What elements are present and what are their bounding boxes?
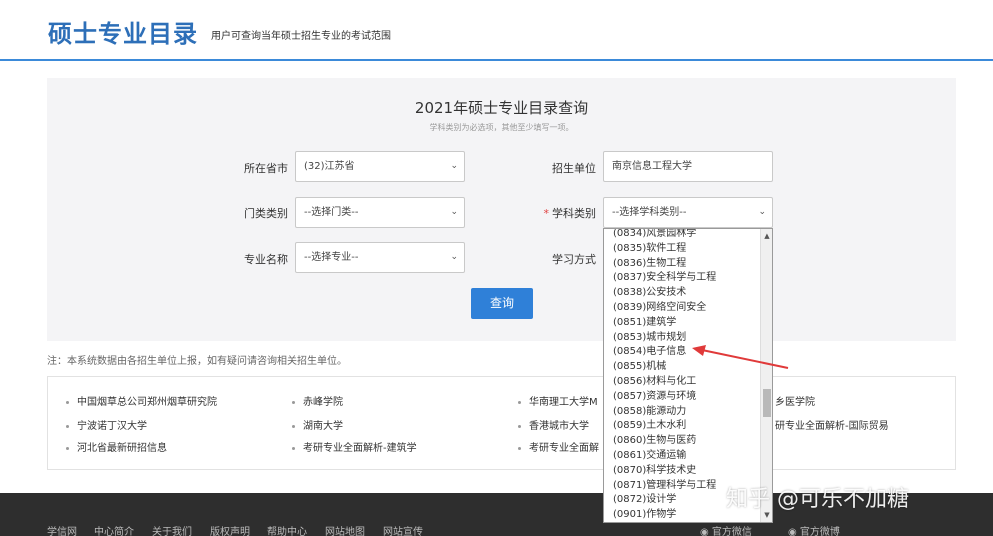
footer-link[interactable]: 网站地图 — [325, 523, 365, 536]
dropdown-option[interactable]: (0856)材料与化工 — [613, 374, 696, 389]
scroll-thumb[interactable] — [763, 389, 771, 417]
footer-link[interactable]: 学信网 — [47, 523, 77, 536]
subject-label: * 学科类别 — [526, 205, 597, 221]
annotation-arrow — [692, 345, 789, 369]
header-subtitle: 用户可查询当年硕士招生专业的考试范围 — [211, 31, 391, 42]
link-item[interactable]: 乡医学院 — [775, 393, 815, 408]
dropdown-option[interactable]: (0835)软件工程 — [613, 241, 686, 256]
query-button[interactable]: 查询 — [471, 288, 533, 319]
province-select[interactable]: (32)江苏省 ⌄ — [295, 151, 465, 182]
link-item[interactable]: 考研专业全面解析-建筑学 — [292, 439, 417, 454]
dropdown-option[interactable]: (0858)能源动力 — [613, 404, 686, 419]
chevron-down-icon: ⌄ — [450, 207, 458, 217]
dropdown-option[interactable]: (0838)公安技术 — [613, 285, 686, 300]
subject-select-value: --选择学科类别-- — [612, 207, 687, 218]
query-title: 2021年硕士专业目录查询 — [414, 99, 589, 117]
dropdown-option[interactable]: (0855)机械 — [613, 359, 666, 374]
subject-label-text: 学科类别 — [552, 207, 596, 220]
wechat-icon: ◉ — [700, 527, 712, 536]
weibo-icon: ◉ — [788, 527, 800, 536]
link-item[interactable]: 研专业全面解析-国际贸易 — [775, 417, 889, 432]
major-select[interactable]: --选择专业-- ⌄ — [295, 242, 465, 273]
dropdown-option[interactable]: (0836)生物工程 — [613, 256, 686, 271]
province-label: 所在省市 — [244, 162, 288, 175]
dropdown-option[interactable]: (0839)网络空间安全 — [613, 300, 706, 315]
watermark: 知乎 @可乐不加糖 — [726, 487, 909, 512]
page: 硕士专业目录 用户可查询当年硕士招生专业的考试范围 2021年硕士专业目录查询 … — [0, 0, 993, 536]
unit-label: 招生单位 — [552, 162, 596, 175]
footer-link[interactable]: 网站宣传 — [383, 523, 423, 536]
dropdown-scrollbar[interactable]: ▲ ▼ — [760, 229, 772, 522]
dropdown-option[interactable]: (0859)土木水利 — [613, 418, 686, 433]
footer-link[interactable]: 帮助中心 — [267, 523, 307, 536]
dropdown-option[interactable]: (0851)建筑学 — [613, 315, 676, 330]
query-hint: 学科类别为必选项，其他至少填写一项。 — [429, 123, 574, 132]
dropdown-option[interactable]: (0853)城市规划 — [613, 330, 686, 345]
dropdown-option[interactable]: (0834)风景园林学 — [613, 229, 696, 241]
chevron-down-icon: ⌄ — [450, 161, 458, 171]
weibo-link[interactable]: ◉ 官方微博 — [788, 523, 840, 536]
chevron-down-icon: ⌄ — [450, 252, 458, 262]
scroll-up-icon[interactable]: ▲ — [761, 232, 772, 240]
related-links: 中国烟草总公司郑州烟草研究院 赤峰学院 华南理工大学M 乡医学院 宁波诺丁汉大学… — [47, 376, 956, 470]
category-select[interactable]: --选择门类-- ⌄ — [295, 197, 465, 228]
unit-input-value: 南京信息工程大学 — [612, 161, 692, 172]
province-select-value: (32)江苏省 — [304, 161, 355, 172]
dropdown-option[interactable]: (0857)资源与环境 — [613, 389, 696, 404]
dropdown-option[interactable]: (0861)交通运输 — [613, 448, 686, 463]
link-item[interactable]: 赤峰学院 — [292, 393, 343, 408]
chevron-down-icon: ⌄ — [758, 207, 766, 217]
header: 硕士专业目录 用户可查询当年硕士招生专业的考试范围 — [0, 0, 993, 61]
annotation-arrow-head — [692, 345, 706, 356]
link-item[interactable]: 中国烟草总公司郑州烟草研究院 — [66, 393, 217, 408]
query-panel: 2021年硕士专业目录查询 学科类别为必选项，其他至少填写一项。 所在省市 (3… — [47, 78, 956, 341]
footer-link[interactable]: 中心简介 — [94, 523, 134, 536]
link-item[interactable]: 华南理工大学M — [518, 393, 598, 408]
subject-select[interactable]: --选择学科类别-- ⌄ — [603, 197, 773, 228]
subject-dropdown-list[interactable]: (0834)风景园林学 (0835)软件工程 (0836)生物工程 (0837)安全科… — [603, 228, 773, 523]
disclaimer-note: 注：本系统数据由各招生单位上报，如有疑问请咨询相关招生单位。 — [47, 356, 347, 367]
category-select-value: --选择门类-- — [304, 207, 359, 218]
site-logo[interactable]: 硕士专业目录 — [48, 14, 198, 49]
footer-link[interactable]: 版权声明 — [210, 523, 250, 536]
dropdown-option[interactable]: (0871)管理科学与工程 — [613, 478, 716, 493]
dropdown-option[interactable]: (0872)设计学 — [613, 492, 676, 507]
wechat-link[interactable]: ◉ 官方微信 — [700, 523, 752, 536]
dropdown-option[interactable]: (0854)电子信息 — [613, 344, 686, 359]
required-mark: * — [543, 207, 550, 220]
unit-input[interactable]: 南京信息工程大学 — [603, 151, 773, 182]
dropdown-option[interactable]: (0860)生物与医药 — [613, 433, 696, 448]
link-item[interactable]: 宁波诺丁汉大学 — [66, 417, 147, 432]
dropdown-option[interactable]: (0870)科学技术史 — [613, 463, 696, 478]
major-label: 专业名称 — [244, 253, 288, 266]
link-item[interactable]: 湖南大学 — [292, 417, 343, 432]
link-item[interactable]: 考研专业全面解 — [518, 439, 599, 454]
footer-link[interactable]: 关于我们 — [152, 523, 192, 536]
study-mode-label: 学习方式 — [552, 253, 596, 266]
category-label: 门类类别 — [244, 207, 288, 220]
major-select-value: --选择专业-- — [304, 252, 359, 263]
annotation-arrow-line — [701, 349, 789, 369]
link-item[interactable]: 河北省最新研招信息 — [66, 439, 167, 454]
link-item[interactable]: 香港城市大学 — [518, 417, 589, 432]
dropdown-option[interactable]: (0837)安全科学与工程 — [613, 270, 716, 285]
dropdown-option[interactable]: (0901)作物学 — [613, 507, 676, 522]
